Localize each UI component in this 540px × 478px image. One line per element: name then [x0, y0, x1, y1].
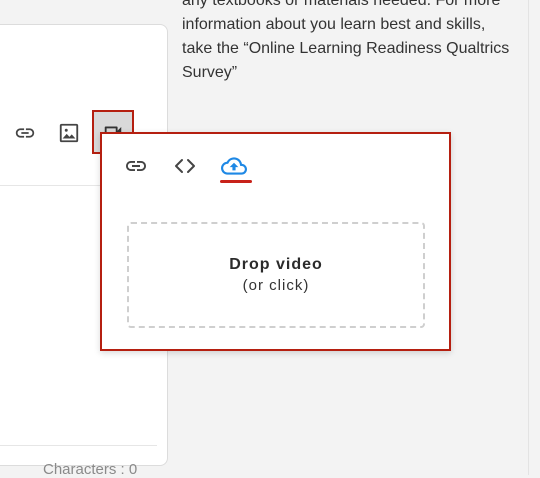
tab-upload-video[interactable]: [220, 152, 248, 180]
active-tab-underline: [220, 180, 252, 183]
instruction-line: take the “Online Learning Readiness Qual…: [182, 40, 510, 57]
instruction-line: information about you learn best and ski…: [182, 16, 486, 33]
insert-image-button[interactable]: [57, 121, 81, 145]
insert-link-button[interactable]: [13, 121, 37, 145]
instruction-line: any textbooks or materials needed. For m…: [182, 0, 501, 9]
link-icon: [126, 161, 146, 171]
upload-cloud-icon: [221, 157, 247, 175]
dropzone-title: Drop video: [229, 256, 323, 273]
video-dropzone[interactable]: Drop video (or click): [127, 222, 425, 328]
dropdown-caret-icon[interactable]: [0, 125, 1, 139]
tab-video-link[interactable]: [122, 152, 150, 180]
dropzone-subtitle: (or click): [242, 277, 310, 294]
tab-embed-code[interactable]: [171, 152, 199, 180]
footer-divider: [0, 445, 157, 446]
image-icon: [59, 123, 79, 143]
instruction-text: any textbooks or materials needed. For m…: [182, 0, 522, 85]
panel-divider: [528, 0, 529, 475]
character-count: Characters : 0: [43, 461, 138, 478]
instruction-line: Survey”: [182, 64, 238, 81]
link-icon: [15, 128, 35, 138]
insert-video-popup: Drop video (or click): [100, 132, 451, 351]
embed-code-icon: [175, 159, 195, 173]
